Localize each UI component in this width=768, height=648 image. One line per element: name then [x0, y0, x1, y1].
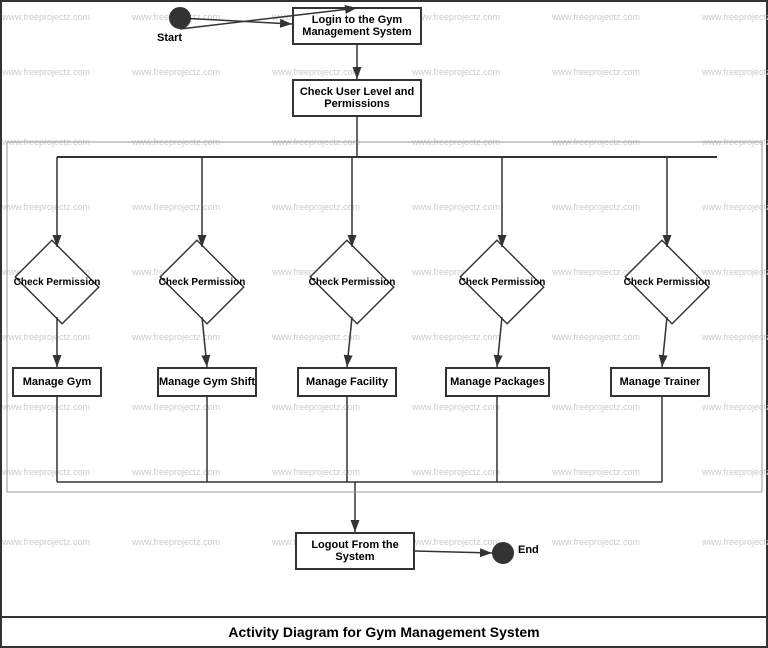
watermark: www.freeprojectz.com	[702, 12, 768, 22]
main-container: www.freeprojectz.com www.freeprojectz.co…	[0, 0, 768, 648]
watermark: www.freeprojectz.com	[132, 467, 220, 477]
watermark: www.freeprojectz.com	[132, 202, 220, 212]
watermark: www.freeprojectz.com	[412, 67, 500, 77]
watermark: www.freeprojectz.com	[702, 467, 768, 477]
watermark: www.freeprojectz.com	[412, 332, 500, 342]
watermark: www.freeprojectz.com	[552, 67, 640, 77]
watermark: www.freeprojectz.com	[272, 402, 360, 412]
watermark: www.freeprojectz.com	[552, 537, 640, 547]
watermark: www.freeprojectz.com	[412, 137, 500, 147]
manage-packages-box: Manage Packages	[445, 367, 550, 397]
watermark: www.freeprojectz.com	[132, 67, 220, 77]
watermark: www.freeprojectz.com	[272, 202, 360, 212]
watermark: www.freeprojectz.com	[2, 332, 90, 342]
manage-facility-box: Manage Facility	[297, 367, 397, 397]
watermark: www.freeprojectz.com	[132, 332, 220, 342]
check-perm5-diamond: Check Permission	[622, 247, 712, 317]
watermark: www.freeprojectz.com	[702, 202, 768, 212]
watermark: www.freeprojectz.com	[2, 537, 90, 547]
watermark: www.freeprojectz.com	[2, 402, 90, 412]
check-perm4-diamond: Check Permission	[457, 247, 547, 317]
login-box: Login to the Gym Management System	[292, 7, 422, 45]
watermark: www.freeprojectz.com	[2, 467, 90, 477]
watermark: www.freeprojectz.com	[702, 332, 768, 342]
end-label: End	[518, 544, 539, 556]
watermark: www.freeprojectz.com	[552, 467, 640, 477]
watermark: www.freeprojectz.com	[552, 12, 640, 22]
watermark: www.freeprojectz.com	[2, 137, 90, 147]
watermark: www.freeprojectz.com	[552, 402, 640, 412]
watermark: www.freeprojectz.com	[552, 332, 640, 342]
watermark: www.freeprojectz.com	[272, 332, 360, 342]
watermark: www.freeprojectz.com	[412, 402, 500, 412]
watermark: www.freeprojectz.com	[412, 202, 500, 212]
manage-trainer-box: Manage Trainer	[610, 367, 710, 397]
watermark: www.freeprojectz.com	[272, 67, 360, 77]
watermark: www.freeprojectz.com	[702, 537, 768, 547]
watermark: www.freeprojectz.com	[272, 137, 360, 147]
check-user-level-box: Check User Level and Permissions	[292, 79, 422, 117]
check-perm3-diamond: Check Permission	[307, 247, 397, 317]
end-circle	[492, 542, 514, 564]
watermark: www.freeprojectz.com	[412, 12, 500, 22]
check-perm1-diamond: Check Permission	[12, 247, 102, 317]
diagram-title: Activity Diagram for Gym Management Syst…	[2, 616, 766, 646]
watermark: www.freeprojectz.com	[2, 202, 90, 212]
watermark: www.freeprojectz.com	[702, 137, 768, 147]
watermark: www.freeprojectz.com	[702, 402, 768, 412]
diagram-area: www.freeprojectz.com www.freeprojectz.co…	[2, 2, 766, 622]
watermark: www.freeprojectz.com	[412, 467, 500, 477]
watermark: www.freeprojectz.com	[2, 67, 90, 77]
manage-gym-shift-box: Manage Gym Shift	[157, 367, 257, 397]
watermark: www.freeprojectz.com	[272, 467, 360, 477]
watermark: www.freeprojectz.com	[132, 402, 220, 412]
watermark: www.freeprojectz.com	[412, 537, 500, 547]
watermark: www.freeprojectz.com	[132, 537, 220, 547]
start-circle	[169, 7, 191, 29]
start-label: Start	[157, 32, 182, 44]
watermark: www.freeprojectz.com	[132, 137, 220, 147]
manage-gym-box: Manage Gym	[12, 367, 102, 397]
logout-box: Logout From the System	[295, 532, 415, 570]
check-perm2-diamond: Check Permission	[157, 247, 247, 317]
watermark: www.freeprojectz.com	[2, 12, 90, 22]
watermark: www.freeprojectz.com	[552, 137, 640, 147]
watermark: www.freeprojectz.com	[702, 67, 768, 77]
watermark: www.freeprojectz.com	[552, 202, 640, 212]
